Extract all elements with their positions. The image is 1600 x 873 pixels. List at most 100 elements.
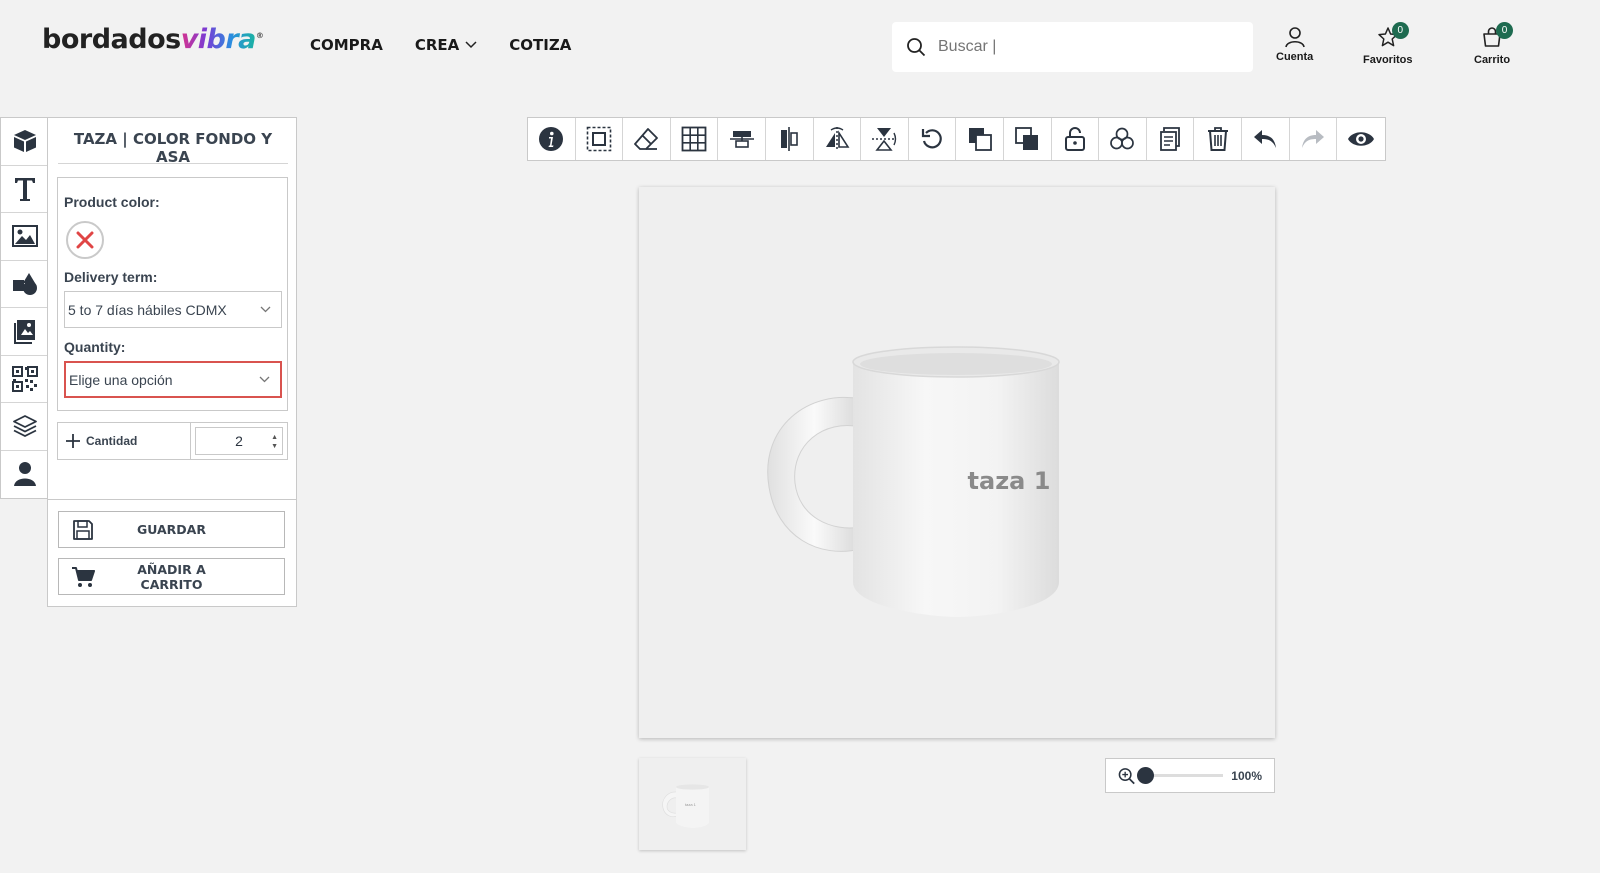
search-icon[interactable] [906,37,926,57]
shapes-icon [12,272,37,295]
logo-registered-mark: ® [255,31,264,40]
trash-icon [1207,127,1228,151]
toolbar-lock[interactable] [1052,118,1100,160]
mug-design-text[interactable]: taza 1 [919,467,1099,495]
search-input[interactable] [938,38,1218,56]
delivery-term-select[interactable]: 5 to 7 días hábiles CDMX [64,291,282,328]
toolbar-undo[interactable] [1242,118,1290,160]
align-horizontal-icon [729,131,754,148]
toolbar-delete[interactable] [1194,118,1242,160]
product-color-swatch-none[interactable] [66,221,104,259]
zoom-control: 100% [1105,758,1275,793]
close-icon [76,231,94,249]
favorites-label: Favoritos [1363,54,1413,66]
add-to-cart-button[interactable]: AÑADIR A CARRITO [58,558,285,595]
text-icon [14,177,35,201]
tool-image[interactable] [1,213,48,261]
account-label: Cuenta [1276,51,1314,63]
account-icon [1284,27,1305,48]
quantity-select[interactable]: Elige una opción [64,361,282,398]
image-icon [11,225,38,248]
design-canvas[interactable]: taza 1 [639,187,1275,738]
cantidad-label: Cantidad [86,434,138,448]
logo-text-vibra: vibra [180,24,257,55]
info-icon [539,127,564,151]
nav-crea-label: CREA [414,36,460,54]
cart-label: Carrito [1474,54,1511,66]
nav-cotiza[interactable]: COTIZA [509,36,571,54]
tool-clipart[interactable] [1,308,48,356]
group-icon [1110,127,1135,150]
tool-shapes[interactable] [1,261,48,308]
shopping-cart-icon [72,566,95,587]
toolbar-align-vertical[interactable] [766,118,814,160]
user-icon [13,462,36,487]
product-icon [13,130,36,153]
toolbar-flip-vertical[interactable] [861,118,909,160]
chevron-down-icon [259,376,270,383]
toolbar-group[interactable] [1099,118,1147,160]
zoom-in-icon[interactable] [1118,767,1135,785]
toolbar-send-backward[interactable] [956,118,1004,160]
delivery-term-label: Delivery term: [64,269,158,285]
zoom-slider[interactable] [1137,767,1224,784]
tool-layers[interactable] [1,403,48,451]
add-to-cart-label: AÑADIR A CARRITO [137,561,206,592]
send-backward-icon [968,128,992,151]
toolbar-redo[interactable] [1290,118,1338,160]
stepper-arrows-icon[interactable]: ▲ ▼ [271,433,278,451]
toolbar-select-all[interactable] [576,118,624,160]
nav-crea[interactable]: CREA [415,36,477,54]
rotate-icon [921,129,942,149]
toolbar-bring-forward[interactable] [1004,118,1052,160]
favorites-count-badge: 0 [1391,22,1409,39]
toolbar-preview[interactable] [1337,118,1385,160]
tool-user[interactable] [1,451,48,499]
toolbar-grid[interactable] [671,118,719,160]
quantity-stepper[interactable]: 2 ▲ ▼ [195,427,283,455]
undo-icon [1254,130,1277,148]
eraser-icon [634,128,659,150]
save-button-label: GUARDAR [136,522,206,537]
panel-divider [47,499,297,500]
account-link[interactable]: Cuenta [1276,26,1313,63]
flip-vertical-icon [872,128,897,151]
thumbnail-text: taza 1 [685,802,696,807]
redo-icon [1301,130,1324,148]
editor-toolbar [527,117,1386,161]
toolbar-flip-horizontal[interactable] [814,118,862,160]
toolbar-align-horizontal[interactable] [718,118,766,160]
bring-forward-icon [1015,127,1039,150]
toolbar-eraser[interactable] [623,118,671,160]
view-thumbnail[interactable]: taza 1 [639,758,746,850]
tool-product[interactable] [1,118,48,166]
cart-count-badge: 0 [1496,22,1514,39]
logo-text-bordados: bordados [42,24,181,55]
clipart-icon [13,320,35,345]
product-options: Product color: Delivery term: 5 to 7 día… [57,177,288,411]
zoom-slider-handle[interactable] [1137,767,1155,784]
favorites-link[interactable]: 0 Favoritos [1363,22,1413,66]
panel-title: TAZA | COLOR FONDO Y ASA [58,130,288,166]
chevron-down-icon [260,306,271,313]
logo[interactable]: bordadosvibra® [42,24,264,55]
cantidad-value: 2 [235,433,243,449]
designer-tool-sidebar [0,117,48,499]
tool-qrcode[interactable] [1,356,48,403]
cart-link[interactable]: 0 Carrito [1474,22,1514,66]
quantity-value: Elige una opción [69,371,173,388]
grid-icon [681,126,707,152]
tool-text[interactable] [1,166,48,213]
toolbar-rotate[interactable] [909,118,957,160]
cantidad-row: Cantidad 2 ▲ ▼ [57,422,288,460]
search-box [892,22,1253,72]
save-button[interactable]: GUARDAR [58,511,285,548]
qrcode-icon [11,365,38,392]
layers-icon [12,415,37,438]
toolbar-info[interactable] [528,118,576,160]
floppy-disk-icon [73,519,93,540]
nav-compra[interactable]: COMPRA [310,36,383,54]
quantity-label: Quantity: [64,339,126,355]
toolbar-duplicate[interactable] [1147,118,1195,160]
delivery-term-value: 5 to 7 días hábiles CDMX [68,301,227,318]
